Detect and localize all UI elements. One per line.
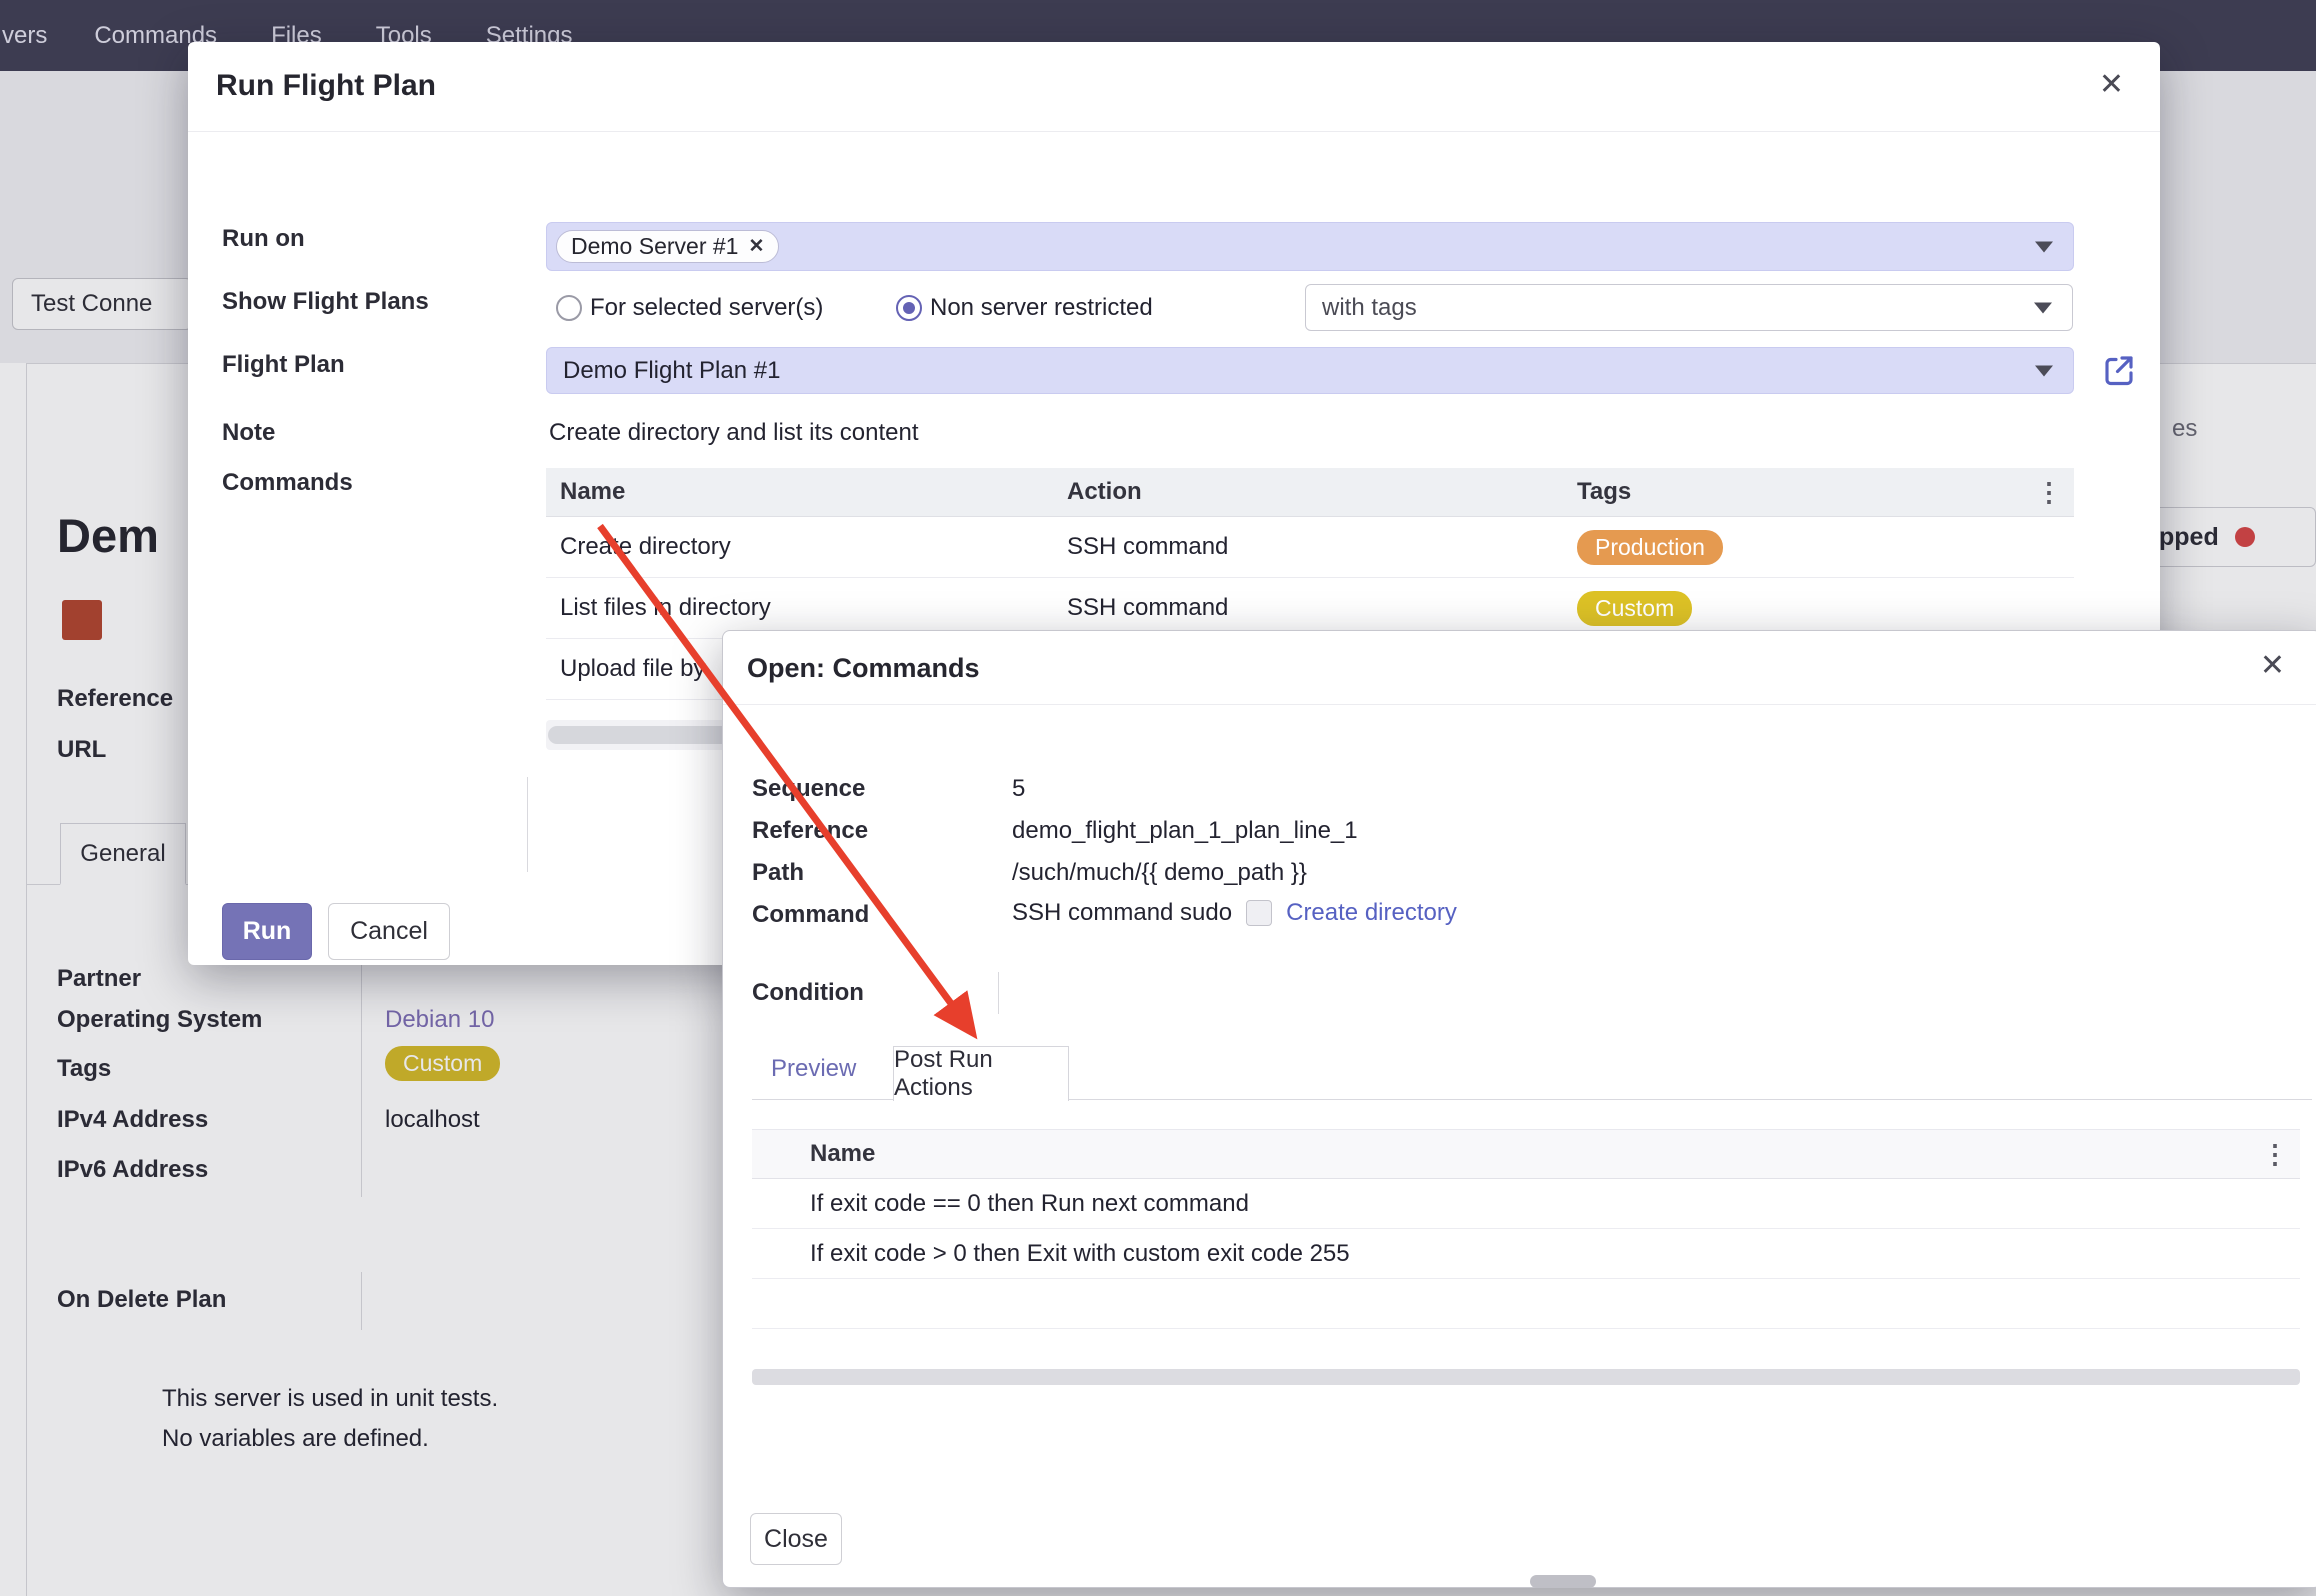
server-chip-label: Demo Server #1	[571, 233, 738, 260]
tab-preview[interactable]: Preview	[771, 1055, 856, 1083]
row-name: Create directory	[546, 533, 1053, 561]
with-tags-value: with tags	[1306, 293, 1417, 323]
reference-label: Reference	[752, 816, 868, 846]
path-label: Path	[752, 858, 804, 888]
chip-remove-icon[interactable]: ✕	[748, 235, 764, 258]
kebab-menu-icon[interactable]: ⋮	[2262, 1141, 2288, 1167]
table-row[interactable]: Create directory SSH command Production	[546, 517, 2074, 578]
path-value: /such/much/{{ demo_path }}	[1012, 858, 1307, 888]
modal-title: Open: Commands	[747, 653, 980, 684]
row-action: SSH command	[1053, 533, 1563, 561]
with-tags-select[interactable]: with tags	[1305, 284, 2073, 331]
col-header-name[interactable]: Name	[546, 478, 1053, 506]
custom-badge: Custom	[1577, 591, 1692, 626]
commands-label: Commands	[222, 468, 353, 498]
sequence-label: Sequence	[752, 774, 865, 804]
run-button[interactable]: Run	[222, 903, 312, 960]
close-icon[interactable]: ✕	[2260, 651, 2285, 681]
col-header-name[interactable]: Name	[752, 1140, 875, 1168]
command-value: SSH command sudo	[1012, 898, 1232, 928]
modal-header: Open: Commands ✕	[723, 631, 2316, 705]
kebab-menu-icon[interactable]: ⋮	[2036, 479, 2062, 505]
condition-divider	[998, 972, 999, 1014]
radio-for-selected-servers-label[interactable]: For selected server(s)	[590, 293, 823, 323]
table-hscrollbar	[752, 1369, 2300, 1385]
server-chip[interactable]: Demo Server #1 ✕	[556, 230, 779, 263]
plan-description: Create directory and list its content	[549, 418, 919, 448]
reference-value: demo_flight_plan_1_plan_line_1	[1012, 816, 1358, 846]
chevron-down-icon	[2034, 302, 2052, 313]
note-label: Note	[222, 418, 275, 448]
radio-non-server-restricted-label[interactable]: Non server restricted	[930, 293, 1153, 323]
col-header-action[interactable]: Action	[1053, 478, 1563, 506]
table-row[interactable]: If exit code > 0 then Exit with custom e…	[752, 1229, 2300, 1279]
col-header-tags[interactable]: Tags	[1563, 478, 2074, 506]
show-flight-plans-label: Show Flight Plans	[222, 287, 429, 317]
flight-plan-value: Demo Flight Plan #1	[547, 356, 780, 386]
modal-header: Run Flight Plan ✕	[188, 42, 2160, 132]
sequence-value: 5	[1012, 774, 1025, 804]
command-row: SSH command sudo Create directory	[1012, 898, 1457, 928]
open-commands-modal: Open: Commands ✕ Sequence 5 Reference de…	[722, 630, 2316, 1588]
cancel-button[interactable]: Cancel	[328, 903, 450, 960]
table-header-row: Name Action Tags ⋮	[546, 468, 2074, 517]
create-directory-link[interactable]: Create directory	[1286, 898, 1457, 928]
modal-hscrollbar-thumb[interactable]	[1530, 1575, 1596, 1588]
radio-for-selected-servers[interactable]	[556, 295, 582, 321]
production-badge: Production	[1577, 530, 1723, 565]
flight-plan-select[interactable]: Demo Flight Plan #1	[546, 347, 2074, 394]
command-checkbox[interactable]	[1246, 900, 1272, 926]
run-on-select[interactable]: Demo Server #1 ✕	[546, 222, 2074, 271]
form-column-divider	[527, 777, 528, 872]
post-run-actions-table: Name ⋮ If exit code == 0 then Run next c…	[752, 1129, 2300, 1329]
radio-non-server-restricted[interactable]	[896, 295, 922, 321]
tab-post-run-actions[interactable]: Post Run Actions	[893, 1046, 1069, 1101]
condition-label: Condition	[752, 978, 864, 1008]
table-row-empty	[752, 1279, 2300, 1329]
command-label: Command	[752, 900, 869, 930]
flight-plan-label: Flight Plan	[222, 350, 345, 380]
row-name: List files in directory	[546, 594, 1053, 622]
chevron-down-icon	[2035, 241, 2053, 252]
row-action: SSH command	[1053, 594, 1563, 622]
external-link-icon[interactable]	[2101, 352, 2137, 388]
chevron-down-icon	[2035, 365, 2053, 376]
table-header-row: Name ⋮	[752, 1129, 2300, 1179]
close-icon[interactable]: ✕	[2099, 70, 2124, 100]
table-row[interactable]: If exit code == 0 then Run next command	[752, 1179, 2300, 1229]
modal-title: Run Flight Plan	[216, 69, 436, 103]
close-button[interactable]: Close	[750, 1513, 842, 1565]
run-on-label: Run on	[222, 224, 305, 254]
